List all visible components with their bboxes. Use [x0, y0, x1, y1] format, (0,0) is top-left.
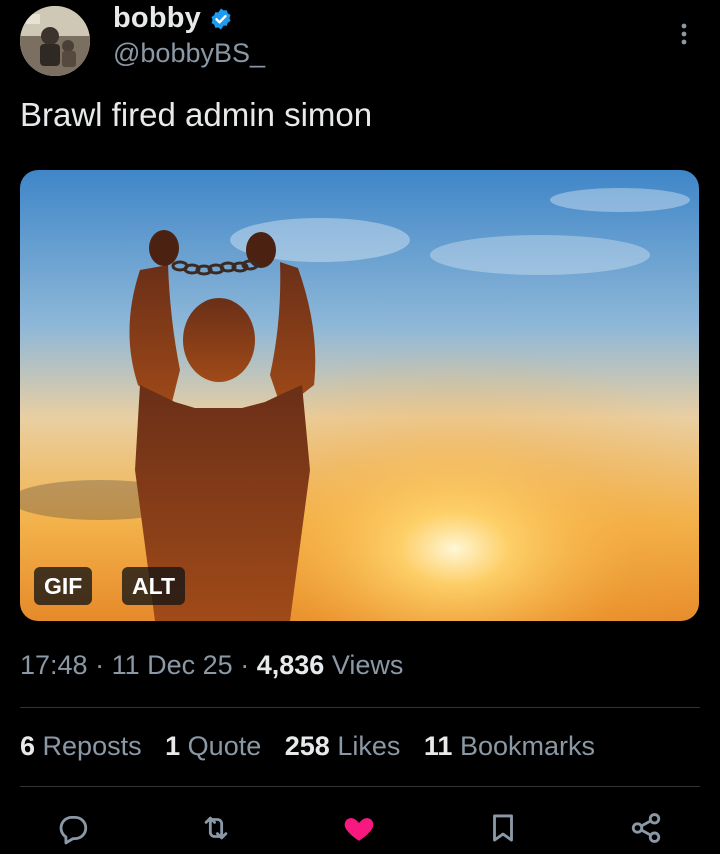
alt-text-button[interactable]: ALT — [122, 567, 186, 605]
avatar[interactable] — [20, 6, 90, 76]
tweet-meta: 17:48 · 11 Dec 25 · 4,836 Views — [20, 650, 403, 681]
tweet-text: Brawl fired admin simon — [20, 96, 373, 133]
meta-separator: · — [95, 650, 105, 680]
author-handle[interactable]: @bobbyBS_ — [113, 38, 265, 69]
bookmark-button[interactable] — [485, 810, 521, 846]
meta-separator: · — [240, 650, 250, 680]
bookmarks-stat[interactable]: 11 Bookmarks — [424, 731, 595, 762]
likes-stat[interactable]: 258 Likes — [285, 731, 401, 762]
tweet-time[interactable]: 17:48 — [20, 650, 88, 680]
more-options-icon[interactable] — [676, 20, 692, 48]
engagement-stats: 6 Reposts 1 Quote 258 Likes 11 Bookmarks — [20, 731, 595, 762]
avatar-image — [20, 6, 90, 76]
divider — [20, 786, 700, 787]
quotes-label: Quote — [187, 731, 262, 761]
reposts-label: Reposts — [42, 731, 142, 761]
views-label: Views — [331, 650, 404, 680]
media-image — [20, 170, 699, 621]
display-name[interactable]: bobby — [113, 2, 201, 35]
quotes-count: 1 — [165, 731, 181, 761]
views-count: 4,836 — [256, 650, 325, 680]
tweet-media[interactable]: GIF ALT — [20, 170, 699, 621]
reposts-stat[interactable]: 6 Reposts — [20, 731, 142, 762]
divider — [20, 707, 700, 708]
share-button[interactable] — [628, 810, 664, 846]
gif-badge: GIF — [34, 567, 93, 605]
tweet-date[interactable]: 11 Dec 25 — [112, 650, 233, 680]
reply-button[interactable] — [55, 810, 91, 846]
author-name-row[interactable]: bobby — [113, 2, 233, 35]
share-icon — [631, 813, 661, 843]
bookmarks-label: Bookmarks — [459, 731, 595, 761]
reposts-count: 6 — [20, 731, 36, 761]
verified-badge-icon — [209, 7, 233, 31]
bookmark-icon — [493, 814, 513, 842]
reply-icon — [59, 815, 88, 845]
retweet-icon — [204, 816, 228, 840]
likes-count: 258 — [284, 731, 330, 761]
like-button[interactable] — [341, 810, 377, 846]
heart-icon — [344, 818, 374, 841]
bookmarks-count: 11 — [423, 731, 453, 761]
retweet-button[interactable] — [198, 810, 234, 846]
quotes-stat[interactable]: 1 Quote — [165, 731, 261, 762]
likes-label: Likes — [337, 731, 401, 761]
